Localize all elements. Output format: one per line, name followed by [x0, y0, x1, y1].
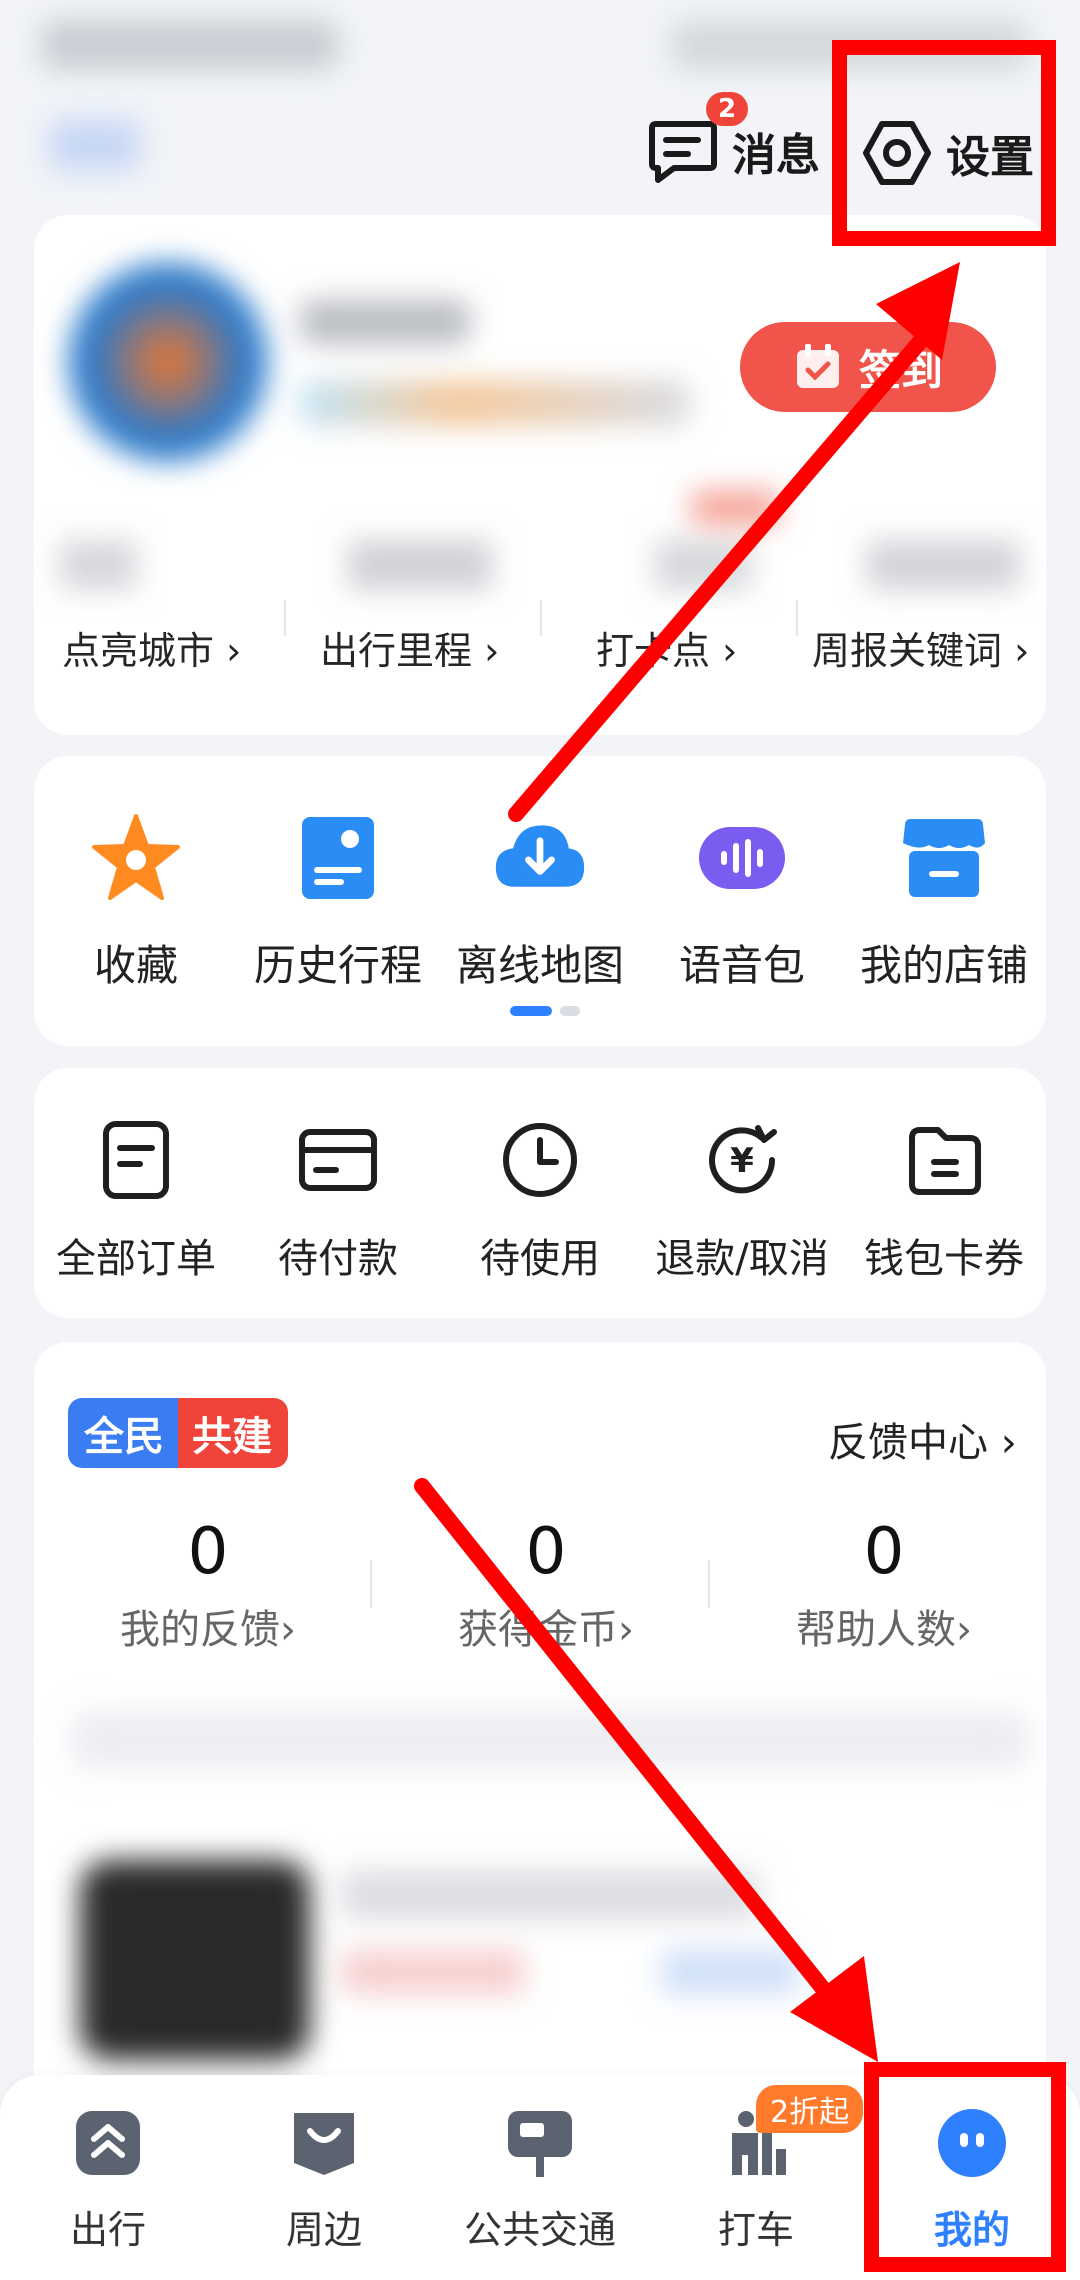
annotation-arrows: [414, 262, 960, 2062]
